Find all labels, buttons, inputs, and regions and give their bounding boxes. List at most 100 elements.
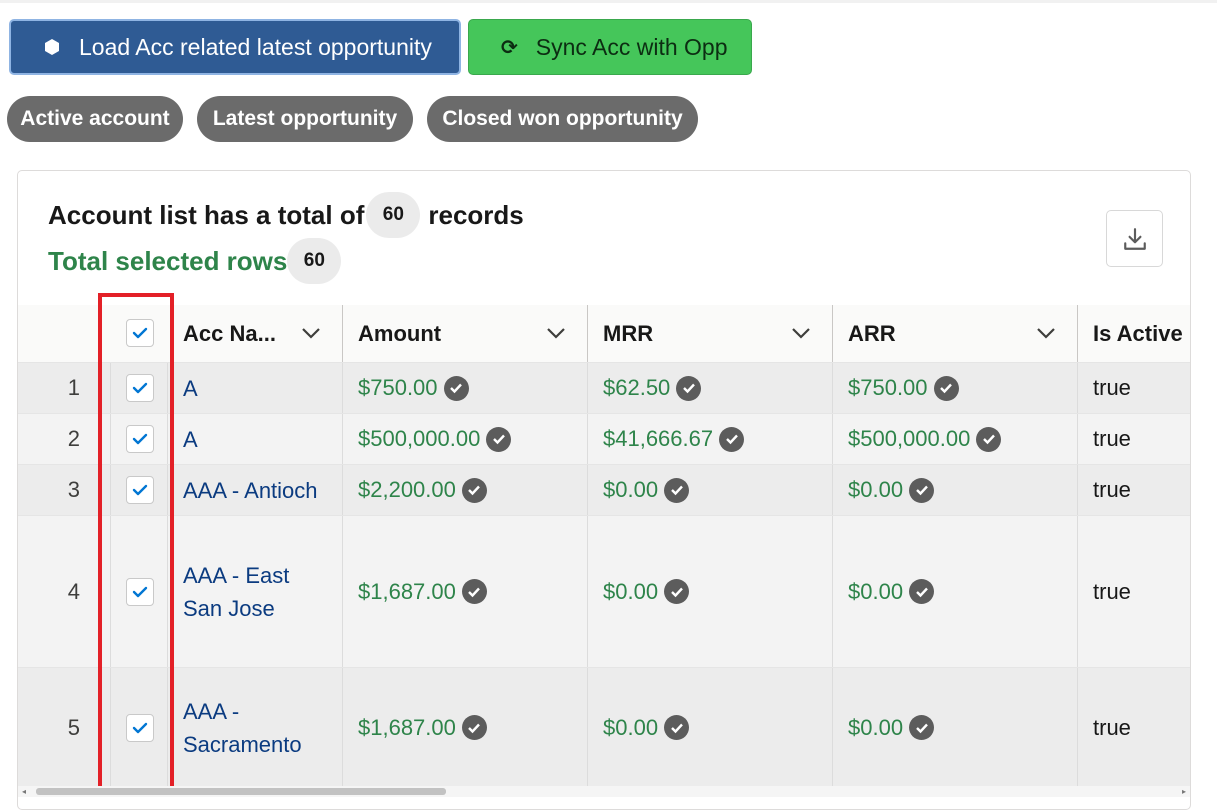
cell-divider: [167, 668, 168, 787]
download-icon: [1123, 227, 1146, 250]
cell-divider: [1077, 465, 1078, 515]
table-row[interactable]: 3 AAA - Antioch $2,200.00 $0.00 $0.00 tr…: [18, 464, 1190, 515]
cell-divider: [587, 465, 588, 515]
column-header-mrr[interactable]: MRR: [588, 305, 832, 362]
row-checkbox[interactable]: [126, 577, 154, 606]
cell-divider: [167, 363, 168, 413]
cell-divider: [832, 516, 833, 667]
checkmark-icon: [132, 586, 148, 597]
arr-cell: $0.00: [848, 465, 935, 515]
chevron-down-icon[interactable]: [545, 322, 567, 344]
column-header-name[interactable]: Acc Na...: [168, 305, 342, 362]
mrr-value: $0.00: [603, 714, 659, 740]
amount-cell: $750.00: [358, 363, 469, 413]
checkmark-icon: [132, 484, 148, 496]
check-circle-icon: [461, 477, 487, 503]
row-number: 5: [67, 714, 80, 740]
filter-active-account[interactable]: Active account: [7, 96, 183, 142]
checkmark-icon: [132, 433, 148, 445]
cell-divider: [587, 414, 588, 464]
column-header-arr[interactable]: ARR: [833, 305, 1077, 362]
arr-value: $0.00: [848, 578, 904, 604]
row-checkbox[interactable]: [126, 425, 154, 453]
cell-divider: [1077, 516, 1078, 667]
account-name-link[interactable]: AAA - Antioch: [183, 465, 343, 515]
load-opportunity-button[interactable]: Load Acc related latest opportunity: [9, 19, 461, 75]
row-number: 4: [67, 578, 80, 604]
cell-divider: [587, 668, 588, 787]
title-prefix: Account list has a total of: [48, 199, 365, 230]
refresh-icon: ⟳: [501, 36, 518, 59]
check-circle-icon: [909, 715, 935, 740]
arr-cell: $0.00: [848, 516, 935, 667]
account-list-title: Account list has a total of 60 records: [48, 192, 524, 238]
account-name-link[interactable]: A: [183, 363, 338, 413]
account-name-link[interactable]: AAA - East San Jose: [183, 516, 313, 667]
arr-cell: $0.00: [848, 668, 935, 787]
scroll-right-icon[interactable]: ▸: [1182, 788, 1186, 796]
mrr-cell: $0.00: [603, 668, 690, 787]
cell-divider: [1077, 414, 1078, 464]
table-row[interactable]: 4 AAA - East San Jose $1,687.00 $0.00 $0…: [18, 515, 1190, 667]
cell-divider: [832, 414, 833, 464]
check-circle-icon: [976, 426, 1002, 452]
row-checkbox-cell: [126, 465, 154, 515]
hexagon-icon: [45, 39, 59, 55]
column-is-active-label: Is Active: [1093, 320, 1183, 346]
select-all-checkbox[interactable]: [126, 319, 154, 347]
check-circle-icon: [461, 715, 487, 740]
check-circle-icon: [719, 426, 745, 452]
is-active-cell: true: [1093, 578, 1131, 604]
row-checkbox[interactable]: [126, 713, 154, 742]
account-name-link[interactable]: A: [183, 414, 338, 464]
download-button[interactable]: [1106, 210, 1163, 267]
scrollbar-thumb[interactable]: [36, 788, 446, 795]
row-checkbox-cell: [126, 516, 154, 667]
chevron-down-icon[interactable]: [1035, 322, 1057, 344]
account-name-link[interactable]: AAA - Sacramento: [183, 668, 302, 787]
check-circle-icon: [909, 477, 935, 503]
amount-cell: $1,687.00: [358, 516, 487, 667]
column-name-label: Acc Na...: [183, 320, 276, 346]
cell-divider: [587, 516, 588, 667]
sync-account-button[interactable]: ⟳ Sync Acc with Opp: [468, 19, 752, 75]
scroll-left-icon[interactable]: ◂: [22, 788, 26, 796]
amount-value: $2,200.00: [358, 477, 456, 502]
cell-divider: [110, 516, 111, 667]
mrr-value: $0.00: [603, 578, 659, 604]
row-checkbox[interactable]: [126, 374, 154, 402]
checkmark-icon: [132, 327, 148, 339]
table-row[interactable]: 2 A $500,000.00 $41,666.67 $500,000.00 t…: [18, 413, 1190, 464]
mrr-cell: $0.00: [603, 465, 690, 515]
filter-latest-opportunity[interactable]: Latest opportunity: [197, 96, 413, 142]
filter-closed-won-opportunity[interactable]: Closed won opportunity: [427, 96, 698, 142]
horizontal-scrollbar[interactable]: ◂ ▸: [18, 786, 1190, 797]
is-active-cell: true: [1093, 426, 1131, 451]
column-header-amount[interactable]: Amount: [343, 305, 587, 362]
arr-cell: $500,000.00: [848, 414, 1002, 464]
check-circle-icon: [909, 579, 935, 604]
chevron-down-icon[interactable]: [300, 322, 322, 344]
column-header-is-active[interactable]: Is Active: [1078, 305, 1190, 362]
row-checkbox-cell: [126, 668, 154, 787]
arr-cell: $750.00: [848, 363, 959, 413]
row-checkbox[interactable]: [126, 476, 154, 504]
cell-divider: [342, 414, 343, 464]
top-divider: [0, 0, 1217, 3]
cell-divider: [167, 465, 168, 515]
arr-value: $0.00: [848, 714, 904, 740]
cell-divider: [832, 668, 833, 787]
cell-divider: [1077, 363, 1078, 413]
cell-divider: [167, 516, 168, 667]
checkmark-icon: [132, 382, 148, 394]
arr-value: $500,000.00: [848, 426, 971, 451]
amount-cell: $1,687.00: [358, 668, 487, 787]
chevron-down-icon[interactable]: [790, 322, 812, 344]
check-circle-icon: [664, 477, 690, 503]
check-circle-icon: [676, 375, 702, 401]
selected-count-badge: 60: [287, 238, 342, 284]
table-row[interactable]: 5 AAA - Sacramento $1,687.00 $0.00 $0.00…: [18, 667, 1190, 787]
table-row[interactable]: 1 A $750.00 $62.50 $750.00 true: [18, 362, 1190, 413]
row-number: 3: [67, 477, 80, 502]
selected-rows-label: Total selected rows: [48, 245, 288, 276]
